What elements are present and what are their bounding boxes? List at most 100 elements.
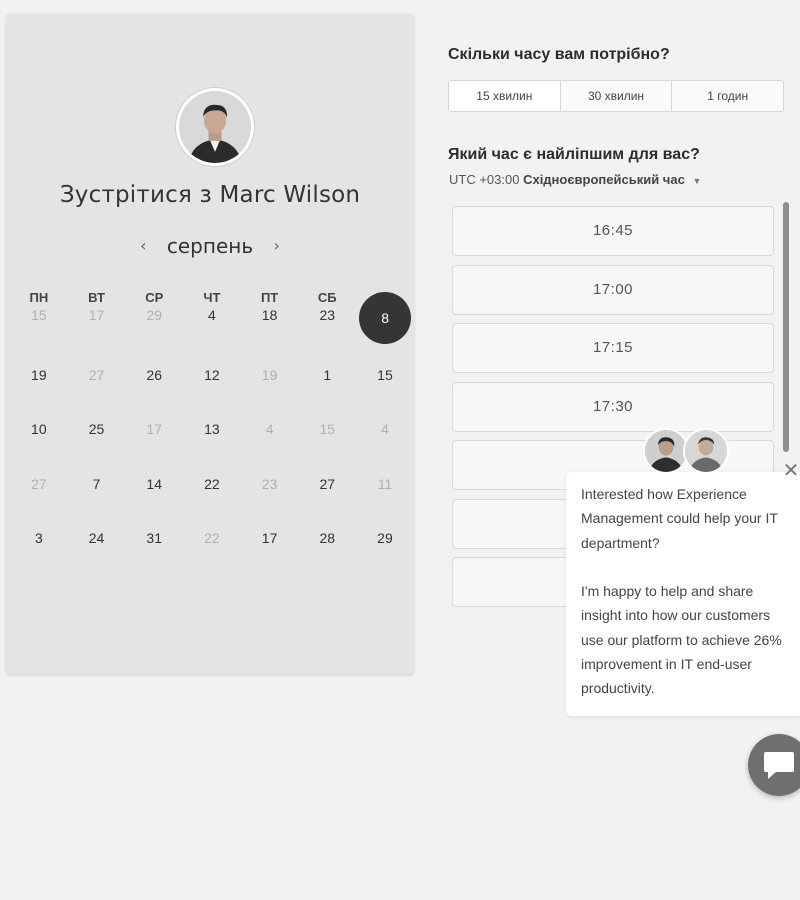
calendar-week: 15 17 29 4 18 23 8 xyxy=(10,292,418,361)
calendar-day: 23 xyxy=(241,470,299,525)
weekday-label: ПТ xyxy=(260,290,279,305)
calendar-day: 15 xyxy=(10,306,68,361)
day-number: 4 xyxy=(208,307,216,323)
duration-30-button[interactable]: 30 хвилин xyxy=(559,81,672,111)
chat-popup: Interested how Experience Management cou… xyxy=(566,472,800,716)
caret-down-icon: ▼ xyxy=(692,176,702,186)
chat-line: insight into how our customers xyxy=(581,607,771,624)
day-number: 29 xyxy=(377,530,393,546)
day-number: 7 xyxy=(92,475,101,492)
day-number: 4 xyxy=(381,421,389,437)
day-number: 17 xyxy=(88,307,105,323)
time-slot-button[interactable]: 16:45 xyxy=(452,206,774,256)
calendar-day[interactable]: 25 xyxy=(68,415,126,470)
day-number: 27 xyxy=(319,475,336,492)
calendar-day[interactable]: 10 xyxy=(10,415,68,470)
close-icon[interactable]: ✕ xyxy=(781,461,800,481)
chat-line: department? xyxy=(581,534,660,551)
day-number: 18 xyxy=(261,307,278,323)
calendar-day[interactable]: 14 xyxy=(125,470,183,525)
calendar-day[interactable]: 28 xyxy=(298,524,356,579)
chat-message: Interested how Experience Management cou… xyxy=(581,482,797,701)
weekday-label: ПН xyxy=(29,290,49,305)
prev-month-icon[interactable]: ‹ xyxy=(132,236,154,255)
calendar-week: 27 7 14 22 23 27 11 xyxy=(10,470,418,525)
calendar-day[interactable]: 24 xyxy=(68,524,126,579)
calendar-day: 17 xyxy=(125,415,183,470)
weekday-label: СБ xyxy=(317,290,337,305)
calendar-day[interactable]: 7 xyxy=(68,470,126,525)
chat-agent-avatars xyxy=(643,428,735,478)
calendar-day: 22 xyxy=(183,524,241,579)
calendar-day: 19 xyxy=(241,361,299,416)
calendar-day-selected[interactable]: 8 xyxy=(356,292,414,361)
chat-launcher-button[interactable] xyxy=(748,734,800,796)
timezone-selector[interactable]: UTC +03:00 Східноєвропейський час ▼ xyxy=(449,172,701,187)
calendar-card: Зустрітися з Marc Wilson ‹ серпень › ПН В… xyxy=(6,14,414,674)
day-number: 22 xyxy=(204,475,220,492)
host-avatar xyxy=(176,88,254,166)
day-number: 29 xyxy=(146,307,162,323)
day-number: 17 xyxy=(146,421,162,437)
calendar-day[interactable]: 15 xyxy=(356,361,414,416)
chat-line: productivity. xyxy=(581,680,655,697)
chat-line: I'm happy to help and share xyxy=(581,583,754,600)
time-slot-button[interactable]: 17:30 xyxy=(452,381,774,432)
calendar-week: 10 25 17 13 4 15 4 xyxy=(10,415,418,470)
day-number: 26 xyxy=(146,366,162,383)
calendar-week: 3 24 31 22 17 28 29 xyxy=(10,524,418,579)
day-number: 15 xyxy=(319,421,336,437)
chat-bubble-icon xyxy=(764,752,794,779)
day-number: 8 xyxy=(359,292,412,344)
duration-15-button[interactable]: 15 хвилин xyxy=(449,81,560,111)
calendar-day: 17 xyxy=(68,306,126,361)
chat-line: Management could help your IT xyxy=(581,510,778,527)
calendar-day[interactable]: 1 xyxy=(298,361,356,416)
weekday-header: ПНВТСРЧТПТСБНД xyxy=(10,290,418,306)
day-number: 27 xyxy=(88,366,105,383)
calendar-day[interactable]: 31 xyxy=(125,524,183,579)
day-number: 25 xyxy=(88,421,105,437)
time-slot-scrollbar[interactable] xyxy=(783,202,789,452)
weekday-label: ЧТ xyxy=(203,290,221,305)
duration-question: Скільки часу вам потрібно? xyxy=(448,46,670,63)
calendar-day[interactable]: 4 xyxy=(183,306,241,361)
chat-line: Interested how Experience xyxy=(581,486,747,502)
calendar-day[interactable]: 27 xyxy=(298,470,356,525)
day-number: 24 xyxy=(88,530,105,546)
calendar-day[interactable]: 23 xyxy=(298,306,356,361)
duration-60-button[interactable]: 1 годин xyxy=(671,81,783,111)
time-slot-button[interactable]: 17:00 xyxy=(452,264,774,315)
day-number: 19 xyxy=(261,366,278,383)
chat-line: improvement in IT end-user xyxy=(581,656,752,673)
day-number: 19 xyxy=(31,366,47,383)
day-number: 15 xyxy=(31,307,47,323)
calendar-week: 19 27 26 12 19 1 15 xyxy=(10,361,418,416)
calendar-grid: ПНВТСРЧТПТСБНД 1517294182381927261219115… xyxy=(10,290,418,579)
day-number: 4 xyxy=(265,421,274,437)
day-number: 15 xyxy=(377,366,393,383)
calendar-day[interactable]: 22 xyxy=(183,470,241,525)
day-number: 11 xyxy=(377,475,393,492)
timezone-name: Східноєвропейський час xyxy=(523,172,685,187)
calendar-day[interactable]: 17 xyxy=(241,524,299,579)
calendar-day: 11 xyxy=(356,470,414,525)
calendar-day[interactable]: 26 xyxy=(125,361,183,416)
calendar-day[interactable]: 12 xyxy=(183,361,241,416)
calendar-day[interactable]: 19 xyxy=(10,361,68,416)
calendar-day[interactable]: 29 xyxy=(356,524,414,579)
day-number: 1 xyxy=(323,366,332,383)
meeting-title: Зустрітися з Marc Wilson xyxy=(59,182,361,208)
day-number: 17 xyxy=(261,530,278,546)
weekday-label: СР xyxy=(145,290,164,305)
day-number: 12 xyxy=(204,366,220,383)
agent-avatar xyxy=(683,428,729,474)
calendar-day[interactable]: 3 xyxy=(10,524,68,579)
calendar-day[interactable]: 18 xyxy=(241,306,299,361)
time-slot-button[interactable]: 17:15 xyxy=(452,323,774,373)
day-number: 3 xyxy=(34,530,43,546)
day-number: 28 xyxy=(319,530,336,546)
day-number: 23 xyxy=(261,475,278,492)
calendar-day[interactable]: 13 xyxy=(183,415,241,470)
next-month-icon[interactable]: › xyxy=(265,236,287,255)
